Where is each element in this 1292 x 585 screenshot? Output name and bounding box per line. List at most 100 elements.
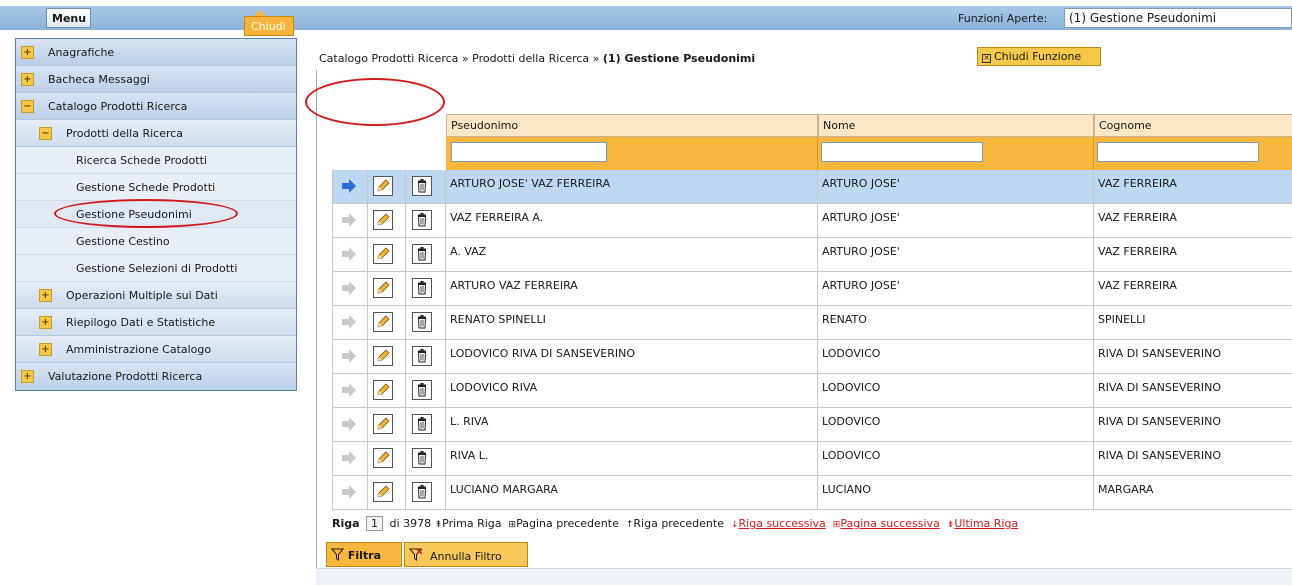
pencil-icon[interactable]	[373, 448, 393, 468]
trash-icon[interactable]	[412, 312, 432, 332]
clear-filter-button[interactable]: Annulla Filtro	[404, 542, 528, 567]
filter-input-cognome[interactable]	[1097, 142, 1259, 162]
cell-cognome: MARGARA	[1098, 483, 1154, 496]
filter-input-pseudonimo[interactable]	[451, 142, 607, 162]
expand-icon[interactable]: +	[39, 315, 52, 329]
filter-input-nome[interactable]	[821, 142, 983, 162]
cell-nome: LODOVICO	[818, 442, 1094, 475]
menu-label: Menu	[46, 8, 91, 28]
table-row[interactable]: LODOVICO RIVA LODOVICO RIVA DI SANSEVERINO	[332, 374, 1292, 408]
table-row[interactable]: RENATO SPINELLI RENATO SPINELLI	[332, 306, 1292, 340]
sidebar-item-bacheca-messaggi[interactable]: + Bacheca Messaggi	[16, 66, 296, 93]
table-row[interactable]: ARTURO JOSE' VAZ FERREIRA ARTURO JOSE' VAZ…	[332, 170, 1292, 204]
collapse-icon[interactable]: −	[21, 99, 34, 113]
sidebar-item-gestione-selezioni[interactable]: Gestione Selezioni di Prodotti	[16, 255, 296, 282]
pencil-icon[interactable]	[373, 210, 393, 230]
table-row[interactable]: LODOVICO RIVA DI SANSEVERINO LODOVICO RIVA…	[332, 340, 1292, 374]
sidebar-item-prodotti-della-ricerca[interactable]: − Prodotti della Ricerca	[16, 120, 296, 147]
row-select-cell[interactable]	[332, 476, 368, 509]
sidebar-item-riepilogo-dati[interactable]: + Riepilogo Dati e Statistiche	[16, 309, 296, 336]
pencil-icon[interactable]	[373, 244, 393, 264]
table-row[interactable]: VAZ FERREIRA A. ARTURO JOSE' VAZ FERREIRA	[332, 204, 1292, 238]
trash-icon[interactable]	[412, 380, 432, 400]
column-header-pseudonimo[interactable]: Pseudonimo	[446, 114, 818, 137]
trash-icon[interactable]	[412, 482, 432, 502]
row-select-cell[interactable]	[332, 306, 368, 339]
pager-next-page[interactable]: Pagina successiva	[840, 517, 939, 530]
expand-icon[interactable]: +	[21, 370, 34, 383]
sidebar-item-valutazione-prodotti[interactable]: + Valutazione Prodotti Ricerca	[16, 363, 296, 390]
pencil-icon[interactable]	[373, 176, 393, 196]
sidebar-item-gestione-schede-prodotti[interactable]: Gestione Schede Prodotti	[16, 174, 296, 201]
trash-icon[interactable]	[412, 176, 432, 196]
row-select-cell[interactable]	[332, 408, 368, 441]
trash-icon[interactable]	[412, 448, 432, 468]
main-footer-band	[316, 568, 1292, 585]
pencil-icon[interactable]	[373, 346, 393, 366]
delete-cell	[406, 442, 446, 475]
filter-button-label: Filtra	[347, 549, 382, 562]
sidebar-item-anagrafiche[interactable]: + Anagrafiche	[16, 39, 296, 66]
cell-pseudonimo: RENATO SPINELLI	[446, 306, 818, 339]
table-row[interactable]: RIVA L. LODOVICO RIVA DI SANSEVERINO	[332, 442, 1292, 476]
top-bar: Menu Chiudi Funzioni Aperte: (1) Gestion…	[0, 0, 1292, 37]
pencil-icon[interactable]	[373, 414, 393, 434]
trash-icon[interactable]	[412, 414, 432, 434]
breadcrumb-item[interactable]: Catalogo Prodotti Ricerca	[319, 52, 458, 65]
sidebar-item-gestione-cestino[interactable]: Gestione Cestino	[16, 228, 296, 255]
row-select-cell[interactable]	[332, 170, 368, 203]
row-pointer-icon	[342, 281, 356, 295]
sidebar-item-amministrazione-catalogo[interactable]: + Amministrazione Catalogo	[16, 336, 296, 363]
table-row[interactable]: A. VAZ ARTURO JOSE' VAZ FERREIRA	[332, 238, 1292, 272]
expand-icon[interactable]: +	[39, 288, 52, 302]
sidebar-item-catalogo-prodotti-ricerca[interactable]: − Catalogo Prodotti Ricerca	[16, 93, 296, 120]
row-pointer-icon	[342, 247, 356, 261]
filter-button[interactable]: Filtra	[326, 542, 402, 567]
expand-icon[interactable]: +	[21, 45, 34, 59]
breadcrumb-item[interactable]: Prodotti della Ricerca	[472, 52, 589, 65]
cell-nome: RENATO	[818, 306, 1094, 339]
close-menu-button[interactable]: Chiudi	[244, 16, 294, 36]
cell-pseudonimo: LODOVICO RIVA	[446, 374, 818, 407]
pager-row-label: Riga	[332, 517, 360, 530]
trash-icon[interactable]	[412, 346, 432, 366]
sidebar-item-label: Gestione Selezioni di Prodotti	[76, 261, 238, 275]
cell-pseudonimo: A. VAZ	[446, 238, 818, 271]
trash-icon[interactable]	[412, 210, 432, 230]
expand-icon[interactable]: +	[21, 72, 34, 86]
pager-prev-row: Riga precedente	[633, 517, 724, 530]
row-select-cell[interactable]	[332, 238, 368, 271]
row-select-cell[interactable]	[332, 340, 368, 373]
table-row[interactable]: L. RIVA LODOVICO RIVA DI SANSEVERINO	[332, 408, 1292, 442]
delete-cell	[406, 476, 446, 509]
table-row[interactable]: LUCIANO MARGARA LUCIANO MARGARA	[332, 476, 1292, 510]
trash-icon[interactable]	[412, 244, 432, 264]
row-select-cell[interactable]	[332, 272, 368, 305]
edit-cell	[368, 408, 406, 441]
pager-next-row[interactable]: Riga successiva	[739, 517, 826, 530]
delete-cell	[406, 238, 446, 271]
pencil-icon[interactable]	[373, 312, 393, 332]
collapse-icon[interactable]: −	[39, 126, 52, 140]
pager-last-row[interactable]: Ultima Riga	[954, 517, 1018, 530]
pager-current-row[interactable]: 1	[366, 516, 384, 531]
pencil-icon[interactable]	[373, 380, 393, 400]
pencil-icon[interactable]	[373, 482, 393, 502]
row-select-cell[interactable]	[332, 442, 368, 475]
sidebar-item-ricerca-schede-prodotti[interactable]: Ricerca Schede Prodotti	[16, 147, 296, 174]
column-header-cognome[interactable]: Cognome	[1094, 114, 1292, 137]
row-select-cell[interactable]	[332, 204, 368, 237]
close-function-button[interactable]: ✕ Chiudi Funzione	[977, 47, 1101, 66]
pencil-icon[interactable]	[373, 278, 393, 298]
clear-filter-button-label: Annulla Filtro	[430, 550, 502, 563]
row-select-cell[interactable]	[332, 374, 368, 407]
cell-cognome: VAZ FERREIRA	[1098, 279, 1177, 292]
column-header-nome[interactable]: Nome	[818, 114, 1094, 137]
trash-icon[interactable]	[412, 278, 432, 298]
cell-nome: LODOVICO	[818, 408, 1094, 441]
open-functions-select[interactable]: (1) Gestione Pseudonimi	[1064, 8, 1292, 28]
sidebar-item-operazioni-multiple[interactable]: + Operazioni Multiple sui Dati	[16, 282, 296, 309]
expand-icon[interactable]: +	[39, 342, 52, 356]
table-row[interactable]: ARTURO VAZ FERREIRA ARTURO JOSE' VAZ FERRE…	[332, 272, 1292, 306]
cell-cognome: RIVA DI SANSEVERINO	[1098, 381, 1222, 394]
